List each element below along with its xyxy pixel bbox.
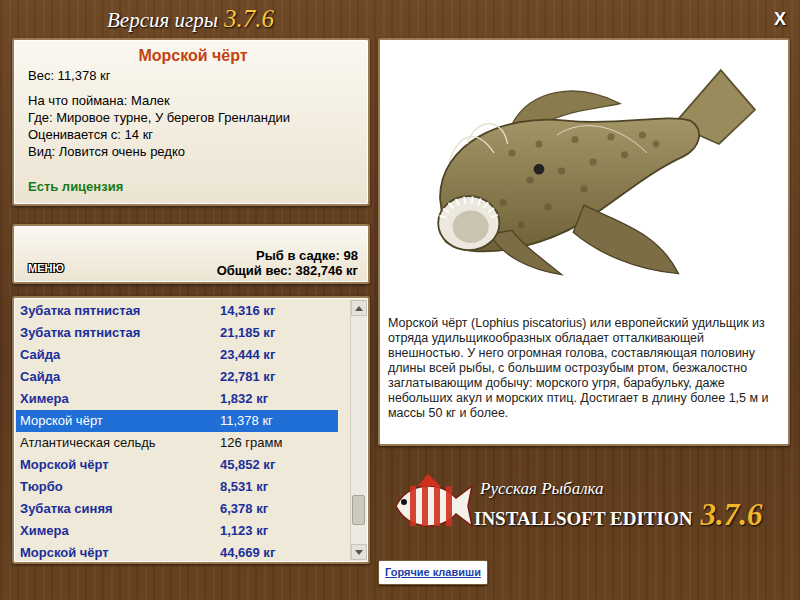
scroll-down-button[interactable]	[351, 544, 367, 560]
catch-row[interactable]: Атлантическая сельдь126 грамм	[16, 432, 350, 454]
catch-row[interactable]: Морской чёрт11,378 кг	[16, 410, 338, 432]
hotkeys-area: Горячие клавиши	[378, 560, 790, 585]
fish-weight-cell: 45,852 кг	[220, 454, 275, 476]
catch-row[interactable]: Химера1,123 кг	[16, 520, 350, 542]
fish-weight-cell: 6,378 кг	[220, 498, 268, 520]
logo-version: 3.7.6	[700, 499, 762, 531]
catch-row[interactable]: Химера1,832 кг	[16, 388, 350, 410]
fish-name: Морской чёрт	[28, 45, 358, 67]
fish-name-cell: Сайда	[20, 366, 220, 388]
red-fish-icon	[388, 472, 474, 538]
catch-row[interactable]: Зубатка пятнистая14,316 кг	[16, 300, 350, 322]
catch-row[interactable]: Сайда23,444 кг	[16, 344, 350, 366]
main-area: Морской чёртВес: 11,378 кгНа что поймана…	[12, 38, 790, 585]
fish-weight-cell: 8,531 кг	[220, 476, 268, 498]
logo-text: Русская Рыбалка INSTALLSOFT EDITION 3.7.6	[474, 479, 762, 531]
game-logo: Русская Рыбалка INSTALLSOFT EDITION 3.7.6	[378, 452, 790, 558]
fish-picture	[380, 40, 788, 302]
fish-count: Рыб в садке: 98	[217, 248, 358, 263]
version-text: 3.7.6	[224, 0, 274, 38]
fish-name-cell: Атлантическая сельдь	[20, 432, 220, 454]
fish-weight-cell: 21,185 кг	[220, 322, 275, 344]
arrow-down-icon	[355, 550, 363, 555]
fish-name-cell: Химера	[20, 520, 220, 542]
fish-weight-cell: 22,781 кг	[220, 366, 275, 388]
fish-name-cell: Зубатка синяя	[20, 498, 220, 520]
close-button[interactable]: X	[772, 6, 788, 33]
total-weight: Общий вес: 382,746 кг	[217, 263, 358, 278]
fish-info-panel: Морской чёртВес: 11,378 кг На что поймана…	[12, 38, 370, 206]
game-window: Версия игры3.7.6XМорской чёртВес: 11,378…	[0, 0, 800, 600]
catch-row[interactable]: Зубатка пятнистая21,185 кг	[16, 322, 350, 344]
scroll-thumb[interactable]	[352, 495, 365, 525]
right-column: Морской чёрт (Lophius piscatorius) или е…	[378, 38, 790, 585]
fish-name-cell: Зубатка пятнистая	[20, 322, 220, 344]
scroll-track[interactable]	[351, 316, 366, 544]
fish-detail: Где: Мировое турне, У берегов Гренландии	[28, 109, 358, 126]
fish-name-cell: Морской чёрт	[20, 410, 220, 432]
fish-name-cell: Морской чёрт	[20, 454, 220, 476]
fish-weight-cell: 1,832 кг	[220, 388, 268, 410]
title-bar: Версия игры3.7.6 X	[12, 0, 790, 38]
keepnet-panel: МЕНЮ Рыб в садке: 98Общий вес: 382,746 кг	[12, 224, 370, 284]
license-status: Есть лицензия	[28, 178, 358, 195]
fish-weight-cell: 23,444 кг	[220, 344, 275, 366]
catch-row[interactable]: Морской чёрт45,852 кг	[16, 454, 350, 476]
fish-description: Морской чёрт (Lophius piscatorius) или е…	[380, 302, 788, 427]
fish-weight: Вес: 11,378 кг	[28, 67, 358, 84]
menu-button[interactable]: МЕНЮ	[26, 260, 66, 277]
catch-rows: Зубатка пятнистая14,316 кгЗубатка пятнис…	[16, 300, 350, 560]
fish-name-cell: Тюрбо	[20, 476, 220, 498]
scrollbar[interactable]	[350, 300, 366, 560]
fish-weight-cell: 44,669 кг	[220, 542, 275, 564]
fish-name-cell: Морской чёрт	[20, 542, 220, 564]
logo-title: Русская Рыбалка	[480, 479, 762, 499]
fish-weight-cell: 126 грамм	[220, 432, 282, 454]
scroll-up-button[interactable]	[351, 300, 367, 316]
catch-row[interactable]: Морской чёрт44,669 кг	[16, 542, 350, 564]
catch-row[interactable]: Сайда22,781 кг	[16, 366, 350, 388]
fish-detail: Вид: Ловится очень редко	[28, 143, 358, 160]
catch-list: Зубатка пятнистая14,316 кгЗубатка пятнис…	[12, 296, 370, 564]
fish-detail: Оценивается с: 14 кг	[28, 126, 358, 143]
left-column: Морской чёртВес: 11,378 кгНа что поймана…	[12, 38, 370, 585]
title-text: Версия игры	[107, 5, 218, 37]
catch-row[interactable]: Зубатка синяя6,378 кг	[16, 498, 350, 520]
fish-name-cell: Химера	[20, 388, 220, 410]
fish-name-cell: Зубатка пятнистая	[20, 300, 220, 322]
fish-detail: На что поймана: Малек	[28, 92, 358, 109]
fish-weight-cell: 14,316 кг	[220, 300, 275, 322]
fish-weight-cell: 1,123 кг	[220, 520, 268, 542]
catch-row[interactable]: Тюрбо8,531 кг	[16, 476, 350, 498]
fish-weight-cell: 11,378 кг	[220, 410, 273, 432]
fish-view-panel: Морской чёрт (Lophius piscatorius) или е…	[378, 38, 790, 446]
keepnet-stats: Рыб в садке: 98Общий вес: 382,746 кг	[217, 248, 358, 278]
fish-name-cell: Сайда	[20, 344, 220, 366]
hotkeys-button[interactable]: Горячие клавиши	[378, 560, 488, 585]
anglerfish-icon	[404, 51, 764, 291]
arrow-up-icon	[355, 306, 363, 311]
logo-edition: INSTALLSOFT EDITION	[474, 507, 692, 531]
window-title: Версия игры3.7.6	[12, 0, 274, 38]
logo-edition-row: INSTALLSOFT EDITION 3.7.6	[474, 499, 762, 531]
